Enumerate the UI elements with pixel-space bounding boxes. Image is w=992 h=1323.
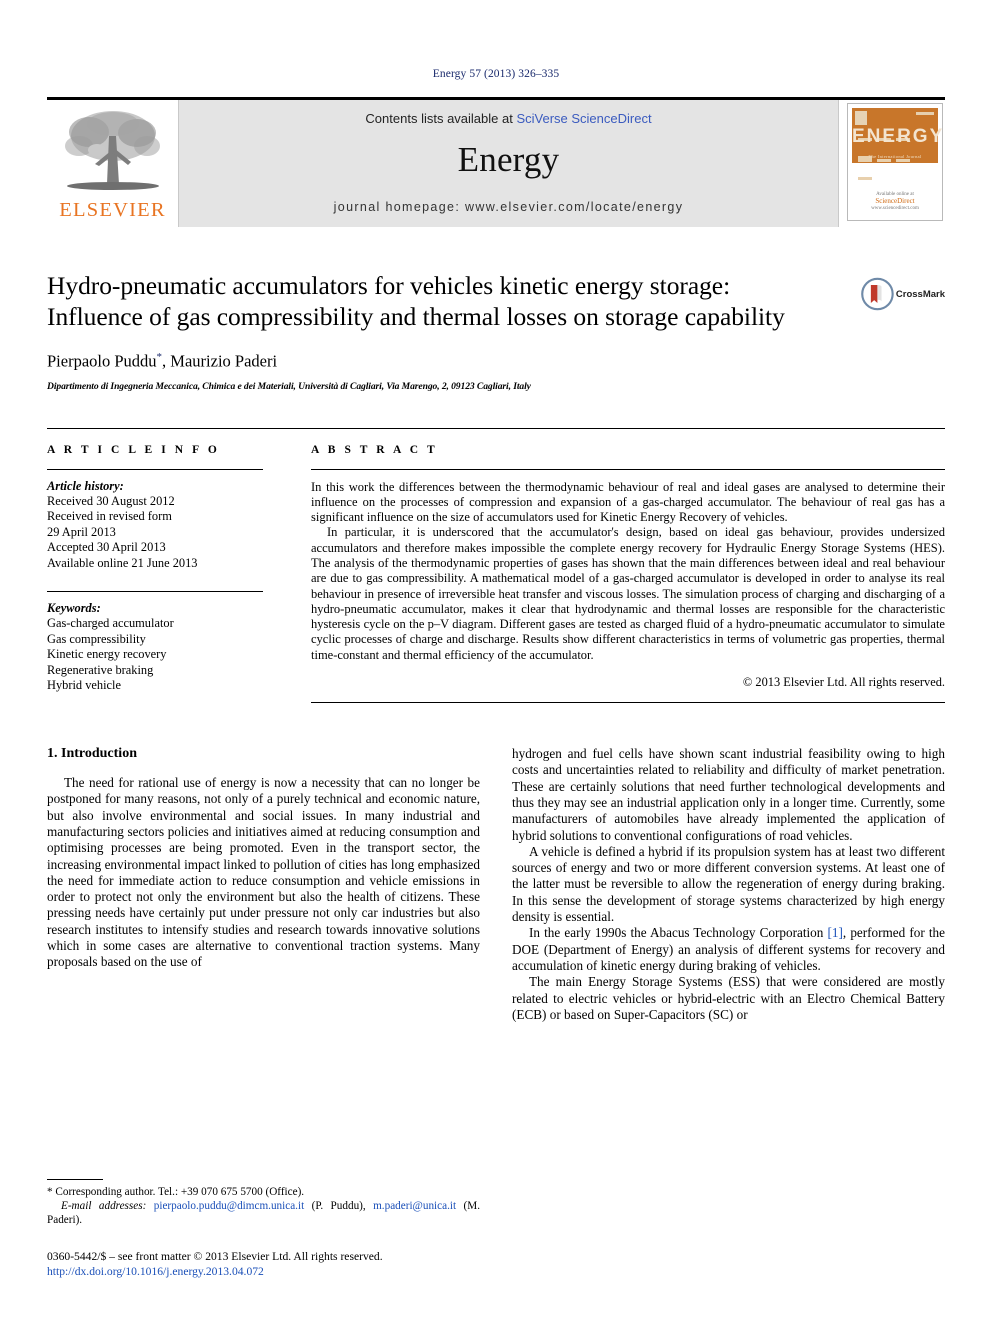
article-first-page: Energy 57 (2013) 326–335 ELSEVIER Conten… — [0, 0, 992, 1323]
keywords-label: Keywords: — [47, 600, 101, 615]
issn-front-matter: 0360-5442/$ – see front matter © 2013 El… — [47, 1250, 383, 1263]
contents-prefix: Contents lists available at — [365, 111, 517, 126]
affiliation: Dipartimento di Ingegneria Meccanica, Ch… — [47, 380, 531, 392]
running-head: Energy 57 (2013) 326–335 — [432, 68, 560, 80]
body-paragraph: The need for rational use of energy is n… — [47, 775, 480, 970]
body-text-left: The need for rational use of energy is n… — [47, 775, 480, 971]
author-primary: Pierpaolo Puddu — [47, 351, 157, 371]
crossmark-label: CrossMark — [895, 288, 945, 300]
cover-issn-line — [916, 112, 934, 115]
footnote-area: * Corresponding author. Tel.: +39 070 67… — [47, 1179, 480, 1279]
article-history-label: Article history: — [47, 478, 124, 493]
elsevier-logo: ELSEVIER — [47, 100, 178, 227]
email-note: E-mail addresses: pierpaolo.puddu@dimcm.… — [47, 1199, 480, 1227]
body-paragraph-with-citation: In the early 1990s the Abacus Technology… — [512, 925, 945, 974]
abstract-close-rule — [311, 702, 945, 704]
section-heading-introduction: 1. Introduction — [47, 746, 137, 762]
doi-link[interactable]: http://dx.doi.org/10.1016/j.energy.2013.… — [47, 1265, 480, 1280]
info-abstract-band: A R T I C L E I N F O Article history: R… — [47, 427, 945, 704]
journal-homepage-link[interactable]: journal homepage: www.elsevier.com/locat… — [334, 200, 684, 214]
history-item: Received 30 August 2012 — [47, 493, 175, 508]
body-paragraph: The main Energy Storage Systems (ESS) th… — [512, 974, 945, 1022]
email-link-secondary[interactable]: m.paderi@unica.it — [373, 1200, 456, 1212]
author-secondary: , Maurizio Paderi — [162, 351, 278, 371]
article-info-heading: A R T I C L E I N F O — [47, 443, 220, 456]
citation-prefix: In the early 1990s the Abacus Technology… — [529, 925, 828, 941]
keyword-item: Regenerative braking — [47, 662, 154, 677]
body-text-right: hydrogen and fuel cells have shown scant… — [512, 746, 945, 1023]
cover-title: ENERGY — [852, 126, 943, 147]
abstract-column: A B S T R A C T In this work the differe… — [285, 429, 945, 704]
corresponding-author-note: * Corresponding author. Tel.: +39 070 67… — [47, 1185, 480, 1227]
keyword-item: Kinetic energy recovery — [47, 647, 167, 662]
cover-subtitle: The International Journal — [868, 154, 922, 159]
history-item: Received in revised form — [47, 509, 172, 524]
article-history: Article history: Received 30 August 2012… — [47, 479, 263, 571]
sciencedirect-link[interactable]: SciVerse ScienceDirect — [516, 111, 651, 126]
masthead-center: Contents lists available at SciVerse Sci… — [178, 100, 839, 227]
email-link-primary[interactable]: pierpaolo.puddu@dimcm.unica.it — [154, 1200, 304, 1212]
keyword-item: Hybrid vehicle — [47, 677, 121, 692]
citation-link[interactable]: [1] — [828, 925, 843, 940]
abstract-paragraph: In this work the differences between the… — [311, 479, 945, 525]
elsevier-tree-icon — [64, 111, 160, 190]
cover-footer-brand: ScienceDirect — [875, 197, 915, 205]
keywords-list: Keywords: Gas-charged accumulator Gas co… — [47, 601, 263, 693]
article-info-column: A R T I C L E I N F O Article history: R… — [47, 429, 285, 704]
author-list: Pierpaolo Puddu*, Maurizio Paderi — [47, 351, 945, 372]
abstract-text: In this work the differences between the… — [311, 480, 945, 664]
journal-cover-thumbnail: ENERGY The International Journal Availab… — [839, 100, 945, 227]
history-item: 29 April 2013 — [47, 524, 116, 539]
article-info-rule — [47, 468, 263, 470]
cover-emblem-icon — [855, 111, 867, 125]
elsevier-wordmark: ELSEVIER — [59, 199, 166, 221]
page-title: Hydro-pneumatic accumulators for vehicle… — [47, 271, 785, 331]
abstract-heading: A B S T R A C T — [311, 443, 438, 456]
keyword-item: Gas compressibility — [47, 631, 146, 646]
article-body: 1. Introduction The need for rational us… — [47, 746, 945, 1023]
contents-available-line: Contents lists available at SciVerse Sci… — [365, 111, 651, 126]
body-column-left: 1. Introduction The need for rational us… — [47, 746, 480, 1023]
cover-footer-url: www.sciencedirect.com — [871, 206, 919, 211]
imprint-block: 0360-5442/$ – see front matter © 2013 El… — [47, 1250, 480, 1279]
footnote-rule — [47, 1179, 103, 1180]
email-label: E-mail addresses: — [61, 1200, 147, 1212]
crossmark-badge[interactable]: CrossMark — [861, 272, 945, 316]
body-paragraph: A vehicle is defined a hybrid if its pro… — [512, 843, 945, 925]
abstract-rule — [311, 468, 945, 470]
history-item: Accepted 30 April 2013 — [47, 540, 166, 555]
keywords-rule — [47, 590, 263, 592]
body-column-right: hydrogen and fuel cells have shown scant… — [512, 746, 945, 1023]
body-paragraph: hydrogen and fuel cells have shown scant… — [512, 746, 945, 843]
email-owner-primary: (P. Puddu), — [304, 1200, 374, 1212]
journal-masthead: ELSEVIER Contents lists available at Sci… — [47, 97, 945, 227]
history-item: Available online 21 June 2013 — [47, 555, 198, 570]
cover-band: ENERGY The International Journal — [852, 108, 943, 180]
abstract-copyright: © 2013 Elsevier Ltd. All rights reserved… — [742, 675, 945, 690]
title-block: Hydro-pneumatic accumulators for vehicle… — [47, 270, 945, 392]
keyword-item: Gas-charged accumulator — [47, 616, 174, 631]
corresponding-author-text: * Corresponding author. Tel.: +39 070 67… — [47, 1186, 305, 1198]
cover-card: ENERGY The International Journal Availab… — [847, 103, 943, 221]
journal-title: Energy — [457, 140, 560, 179]
crossmark-icon — [861, 277, 894, 311]
abstract-paragraph: In particular, it is underscored that th… — [311, 525, 945, 662]
cover-footer: Available online at ScienceDirect www.sc… — [848, 191, 942, 212]
cover-bottom-row — [858, 149, 932, 180]
